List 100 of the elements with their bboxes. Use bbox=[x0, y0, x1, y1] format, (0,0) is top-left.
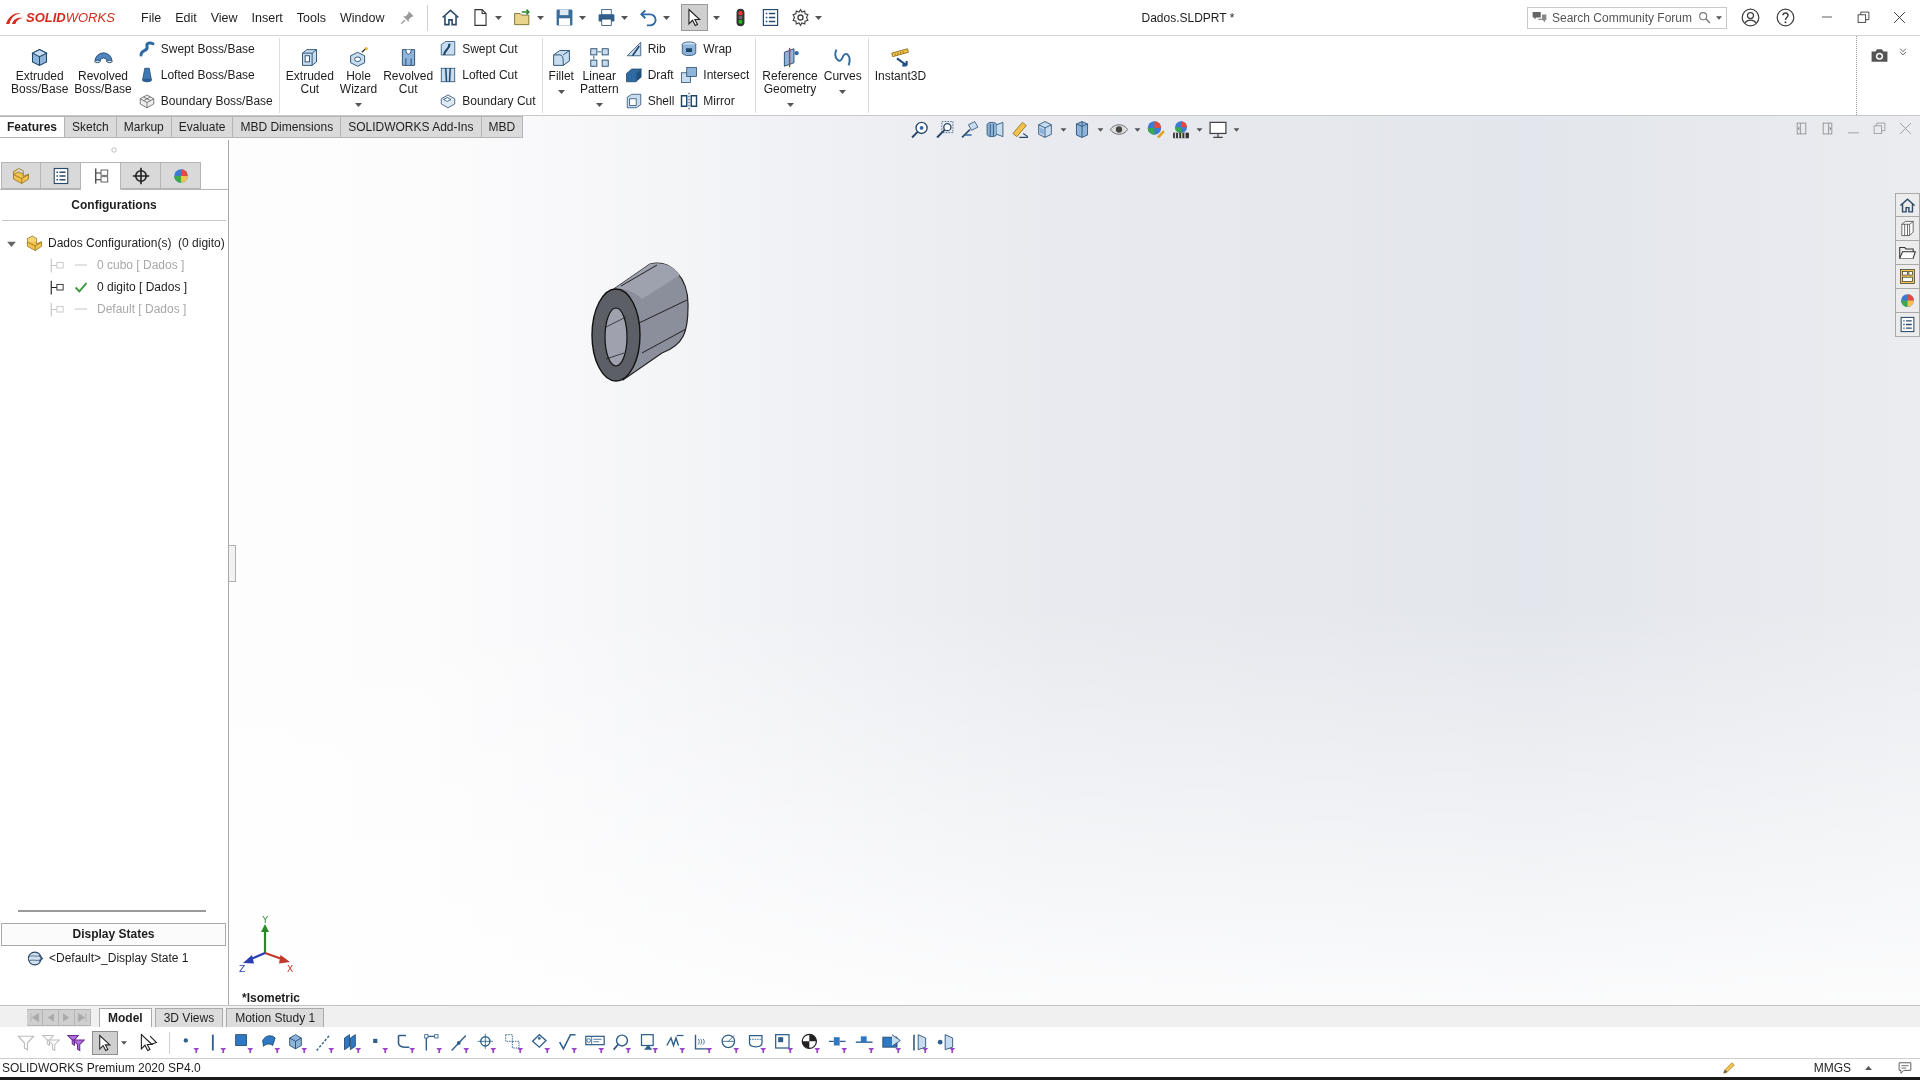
configuration-item[interactable]: 0 digito [ Dados ] bbox=[50, 279, 188, 295]
help-icon[interactable] bbox=[1776, 8, 1795, 27]
tab[interactable]: MBD Dimensions bbox=[233, 116, 342, 138]
tab[interactable]: MBD bbox=[481, 116, 524, 138]
caret-icon[interactable] bbox=[1716, 15, 1722, 20]
caret-icon[interactable] bbox=[662, 15, 670, 20]
center-mark-filter-icon[interactable] bbox=[477, 1032, 497, 1053]
properties-list-icon[interactable] bbox=[760, 8, 780, 27]
tool-button[interactable]: Shell bbox=[622, 88, 677, 114]
tool-button[interactable]: Swept Boss/Base bbox=[135, 36, 275, 62]
datum-target-filter-icon[interactable] bbox=[720, 1032, 740, 1053]
tab[interactable]: Features bbox=[0, 116, 66, 138]
task-pane-tab[interactable] bbox=[1895, 265, 1920, 289]
tag-filter-icon[interactable] bbox=[531, 1032, 551, 1053]
caret-icon[interactable] bbox=[494, 15, 502, 20]
menu-item[interactable]: View bbox=[203, 10, 245, 25]
corner-line-filter-icon[interactable] bbox=[396, 1032, 416, 1053]
display-state-item[interactable]: <Default>_Display State 1 bbox=[27, 949, 189, 967]
caret-icon[interactable] bbox=[712, 15, 720, 20]
grip-icon[interactable] bbox=[111, 147, 117, 153]
tab[interactable]: Evaluate bbox=[171, 116, 234, 138]
pen-annotation-icon[interactable] bbox=[1010, 120, 1029, 139]
chat-bubble-icon[interactable] bbox=[1898, 1061, 1912, 1075]
tab[interactable]: Motion Study 1 bbox=[226, 1008, 325, 1027]
axis-filter-icon[interactable] bbox=[315, 1032, 335, 1053]
tool-button[interactable]: Extruded Boss/Base bbox=[9, 36, 71, 96]
tool-button[interactable]: Instant3D bbox=[872, 36, 929, 83]
zoom-icon[interactable] bbox=[910, 120, 929, 139]
menu-item[interactable]: Insert bbox=[244, 10, 290, 25]
caret-icon[interactable] bbox=[1865, 1066, 1872, 1070]
tool-button[interactable]: Boundary Boss/Base bbox=[135, 88, 275, 114]
caret-icon[interactable] bbox=[1233, 127, 1239, 132]
thread-filter-icon[interactable] bbox=[747, 1032, 767, 1053]
tile-right-icon[interactable] bbox=[1821, 122, 1834, 135]
close-icon[interactable] bbox=[1892, 11, 1906, 24]
panel-tab[interactable] bbox=[121, 162, 161, 189]
printer-icon[interactable] bbox=[596, 8, 616, 27]
caret-icon[interactable] bbox=[121, 1040, 127, 1045]
camera-icon[interactable] bbox=[1869, 46, 1889, 65]
solid-filter-icon[interactable] bbox=[288, 1032, 308, 1053]
midpoint-filter-icon[interactable] bbox=[450, 1032, 470, 1053]
save-icon[interactable] bbox=[554, 8, 574, 27]
menu-item[interactable]: Edit bbox=[168, 10, 204, 25]
panel-tab[interactable] bbox=[41, 162, 81, 189]
task-pane-tab[interactable] bbox=[1895, 193, 1920, 217]
tool-button[interactable]: Rib bbox=[622, 36, 677, 62]
caret-icon[interactable] bbox=[620, 15, 628, 20]
open-folder-icon[interactable] bbox=[512, 8, 532, 27]
double-funnel-icon[interactable] bbox=[67, 1033, 85, 1052]
tab[interactable]: SOLIDWORKS Add-Ins bbox=[341, 116, 482, 138]
tool-button[interactable]: Curves bbox=[821, 36, 864, 94]
search-icon[interactable] bbox=[1698, 11, 1711, 24]
tool-button[interactable]: Revolved Boss/Base bbox=[72, 36, 134, 96]
tab[interactable]: Sketch bbox=[65, 116, 117, 138]
zoom-box-icon[interactable] bbox=[935, 120, 954, 139]
menu-item[interactable]: Window bbox=[333, 10, 392, 25]
double-chevron-icon[interactable] bbox=[1897, 46, 1908, 58]
center-of-mass-filter-icon[interactable] bbox=[801, 1032, 821, 1053]
scene-ball-icon[interactable] bbox=[1171, 120, 1190, 139]
tool-button[interactable]: Mirror bbox=[678, 88, 752, 114]
dashed-boxes-filter-icon[interactable] bbox=[504, 1032, 524, 1053]
dot-plane-filter-icon[interactable] bbox=[936, 1032, 956, 1053]
tool-button[interactable]: Lofted Cut bbox=[437, 62, 538, 88]
face-filter-icon[interactable] bbox=[234, 1032, 254, 1053]
expander-icon[interactable] bbox=[6, 239, 16, 247]
caret-icon[interactable] bbox=[536, 15, 544, 20]
tool-button[interactable]: Revolved Cut bbox=[381, 36, 436, 96]
menu-item[interactable]: File bbox=[134, 10, 169, 25]
surface-filter-icon[interactable] bbox=[261, 1032, 281, 1053]
zigzag-filter-icon[interactable] bbox=[666, 1032, 686, 1053]
view-cube-icon[interactable] bbox=[1035, 120, 1054, 139]
tool-button[interactable]: Reference Geometry bbox=[760, 36, 820, 107]
user-icon[interactable] bbox=[1741, 8, 1760, 27]
magnifier-filter-icon[interactable] bbox=[612, 1032, 632, 1053]
caret-icon[interactable] bbox=[1134, 127, 1140, 132]
home-icon[interactable] bbox=[440, 8, 460, 27]
task-pane-tab[interactable] bbox=[1895, 313, 1920, 337]
tool-button[interactable]: Extruded Cut bbox=[283, 36, 336, 96]
pointer-icon[interactable] bbox=[960, 120, 979, 139]
pencil-icon[interactable] bbox=[1721, 1061, 1736, 1075]
surface-finish-filter-icon[interactable] bbox=[558, 1032, 578, 1053]
caret-icon[interactable] bbox=[1060, 127, 1066, 132]
tool-button[interactable]: Intersect bbox=[678, 62, 752, 88]
block-filter-icon[interactable] bbox=[774, 1032, 794, 1053]
caret-icon[interactable] bbox=[1196, 127, 1202, 132]
caret-icon[interactable] bbox=[814, 15, 822, 20]
caret-icon[interactable] bbox=[578, 15, 586, 20]
pin-icon[interactable] bbox=[399, 10, 415, 25]
tool-button[interactable]: Fillet bbox=[546, 36, 576, 94]
weld-bead-filter-icon[interactable] bbox=[693, 1032, 713, 1053]
settings-icon[interactable] bbox=[790, 8, 810, 27]
undo-icon[interactable] bbox=[638, 8, 658, 27]
tool-button[interactable]: Draft bbox=[622, 62, 677, 88]
units-label[interactable]: MMGS bbox=[1813, 1061, 1851, 1075]
task-pane-tab[interactable] bbox=[1895, 217, 1920, 241]
datum-triangle-filter-icon[interactable] bbox=[639, 1032, 659, 1053]
mate-reference-filter-icon[interactable] bbox=[882, 1032, 902, 1053]
tool-button[interactable]: Lofted Boss/Base bbox=[135, 62, 275, 88]
task-pane-tab[interactable] bbox=[1895, 241, 1920, 265]
caret-icon[interactable] bbox=[1097, 127, 1103, 132]
